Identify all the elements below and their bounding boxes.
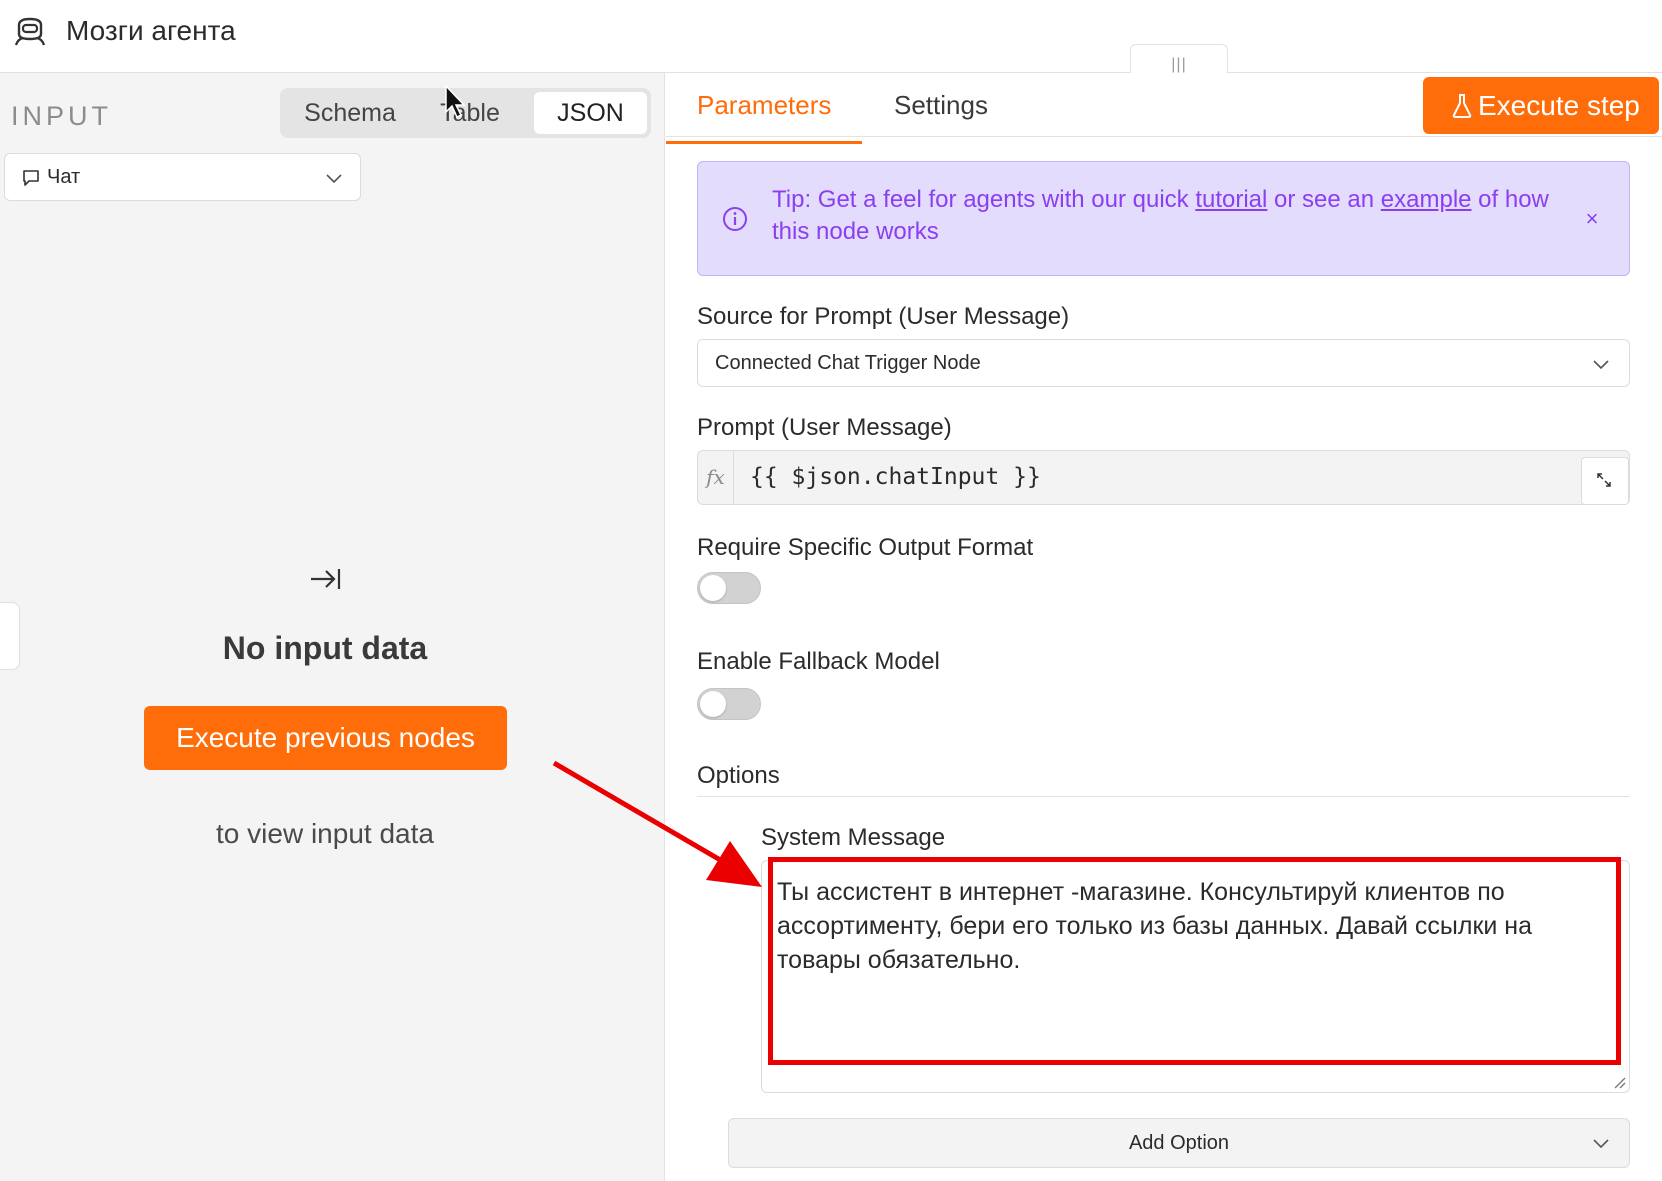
fallback-model-toggle[interactable] bbox=[697, 688, 761, 720]
source-prompt-value: Connected Chat Trigger Node bbox=[715, 352, 981, 374]
options-heading: Options bbox=[697, 762, 780, 789]
prompt-label: Prompt (User Message) bbox=[697, 414, 952, 441]
chevron-down-icon bbox=[326, 174, 342, 184]
add-option-label: Add Option bbox=[1128, 1132, 1230, 1154]
input-source-value: Чат bbox=[47, 166, 81, 188]
view-mode-switch: Schema Table JSON bbox=[280, 88, 651, 138]
execute-previous-nodes-button[interactable]: Execute previous nodes bbox=[144, 706, 507, 770]
toggle-knob bbox=[700, 691, 726, 717]
input-panel-heading: INPUT bbox=[11, 101, 112, 131]
expand-icon bbox=[1597, 473, 1611, 487]
resize-handle-icon[interactable] bbox=[1612, 1075, 1626, 1089]
close-icon[interactable]: × bbox=[1577, 204, 1607, 234]
info-icon bbox=[723, 207, 747, 231]
view-json-button[interactable]: JSON bbox=[534, 92, 647, 134]
tip-text-middle: or see an bbox=[1267, 186, 1381, 213]
flask-icon bbox=[1452, 94, 1472, 118]
execute-step-button[interactable]: Execute step bbox=[1423, 77, 1659, 134]
source-prompt-select[interactable]: Connected Chat Trigger Node bbox=[697, 339, 1630, 387]
system-message-value[interactable]: Ты ассистент в интернет -магазине. Консу… bbox=[777, 875, 1617, 977]
chat-bubble-icon bbox=[23, 170, 39, 186]
node-title[interactable]: Мозги агента bbox=[66, 13, 236, 49]
tip-text: Tip: Get a feel for agents with our quic… bbox=[772, 184, 1552, 248]
arrow-to-line-icon bbox=[311, 569, 341, 589]
chevron-down-icon bbox=[1593, 1139, 1609, 1149]
view-schema-button[interactable]: Schema bbox=[288, 92, 412, 134]
fx-icon: fx bbox=[698, 451, 734, 504]
source-prompt-label: Source for Prompt (User Message) bbox=[697, 303, 1070, 330]
execute-step-label: Execute step bbox=[1478, 90, 1640, 121]
empty-state-subtitle: to view input data bbox=[216, 818, 434, 849]
tip-text-prefix: Tip: Get a feel for agents with our quic… bbox=[772, 186, 1196, 213]
system-message-textarea[interactable]: Ты ассистент в интернет -магазине. Консу… bbox=[761, 860, 1630, 1093]
input-panel bbox=[0, 73, 665, 1181]
fallback-model-label: Enable Fallback Model bbox=[697, 648, 940, 675]
require-output-format-toggle[interactable] bbox=[697, 572, 761, 604]
tutorial-link[interactable]: tutorial bbox=[1195, 186, 1267, 213]
tab-settings[interactable]: Settings bbox=[894, 88, 988, 122]
view-table-button[interactable]: Table bbox=[420, 92, 520, 134]
active-tab-indicator bbox=[666, 141, 862, 144]
prompt-expression-input[interactable]: fx {{ $json.chatInput }} bbox=[697, 450, 1630, 505]
input-source-select[interactable]: Чат bbox=[4, 153, 361, 201]
robot-icon bbox=[14, 17, 46, 46]
node-header bbox=[0, 0, 1662, 73]
system-message-label: System Message bbox=[761, 824, 946, 851]
tab-parameters[interactable]: Parameters bbox=[697, 88, 831, 122]
expand-editor-button[interactable] bbox=[1581, 457, 1629, 505]
tip-banner: Tip: Get a feel for agents with our quic… bbox=[697, 161, 1630, 276]
empty-state-title: No input data bbox=[222, 630, 428, 666]
toggle-knob bbox=[700, 575, 726, 601]
prompt-value[interactable]: {{ $json.chatInput }} bbox=[750, 451, 1041, 504]
options-divider bbox=[697, 796, 1630, 797]
chevron-down-icon bbox=[1593, 360, 1609, 370]
require-output-format-label: Require Specific Output Format bbox=[697, 534, 1034, 561]
example-link[interactable]: example bbox=[1381, 186, 1472, 213]
add-option-button[interactable]: Add Option bbox=[728, 1118, 1630, 1168]
